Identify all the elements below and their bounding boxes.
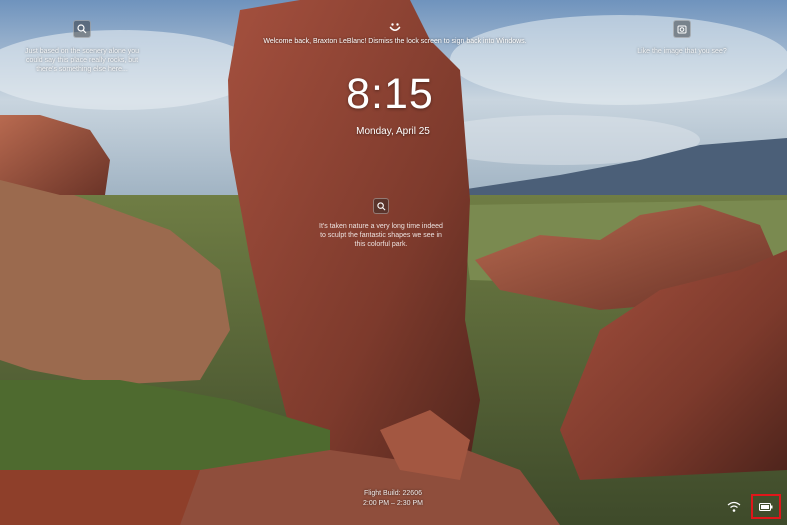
- smiley-icon[interactable]: [250, 20, 540, 34]
- wifi-icon[interactable]: [727, 500, 741, 514]
- build-time-window: 2:00 PM – 2:30 PM: [363, 500, 423, 507]
- welcome-banner: Welcome back, Braxton LeBlanc! Dismiss t…: [250, 20, 540, 45]
- spotlight-tip-left-text: Just based on the scenery alone you coul…: [24, 48, 140, 73]
- spotlight-tip-left[interactable]: Just based on the scenery alone you coul…: [18, 20, 146, 74]
- lock-screen-clock: 8:15: [346, 70, 434, 118]
- search-icon[interactable]: [373, 198, 389, 214]
- lock-screen-date: Monday, April 25: [356, 126, 430, 137]
- welcome-message: Welcome back, Braxton LeBlanc! Dismiss t…: [263, 38, 527, 45]
- build-number: Flight Build: 22606: [364, 490, 422, 497]
- spotlight-tip-center[interactable]: It's taken nature a very long time indee…: [316, 198, 446, 249]
- spotlight-tip-right-text: Like the image that you see?: [637, 48, 727, 55]
- lock-screen-status-tray: [727, 494, 781, 519]
- spotlight-tip-right[interactable]: Like the image that you see?: [628, 20, 736, 56]
- camera-icon[interactable]: [673, 20, 691, 38]
- flight-build-info: Flight Build: 22606 2:00 PM – 2:30 PM: [330, 489, 456, 509]
- search-icon[interactable]: [73, 20, 91, 38]
- spotlight-tip-center-text: It's taken nature a very long time indee…: [319, 223, 443, 248]
- battery-icon[interactable]: [759, 502, 773, 511]
- battery-highlight-box[interactable]: [751, 494, 781, 519]
